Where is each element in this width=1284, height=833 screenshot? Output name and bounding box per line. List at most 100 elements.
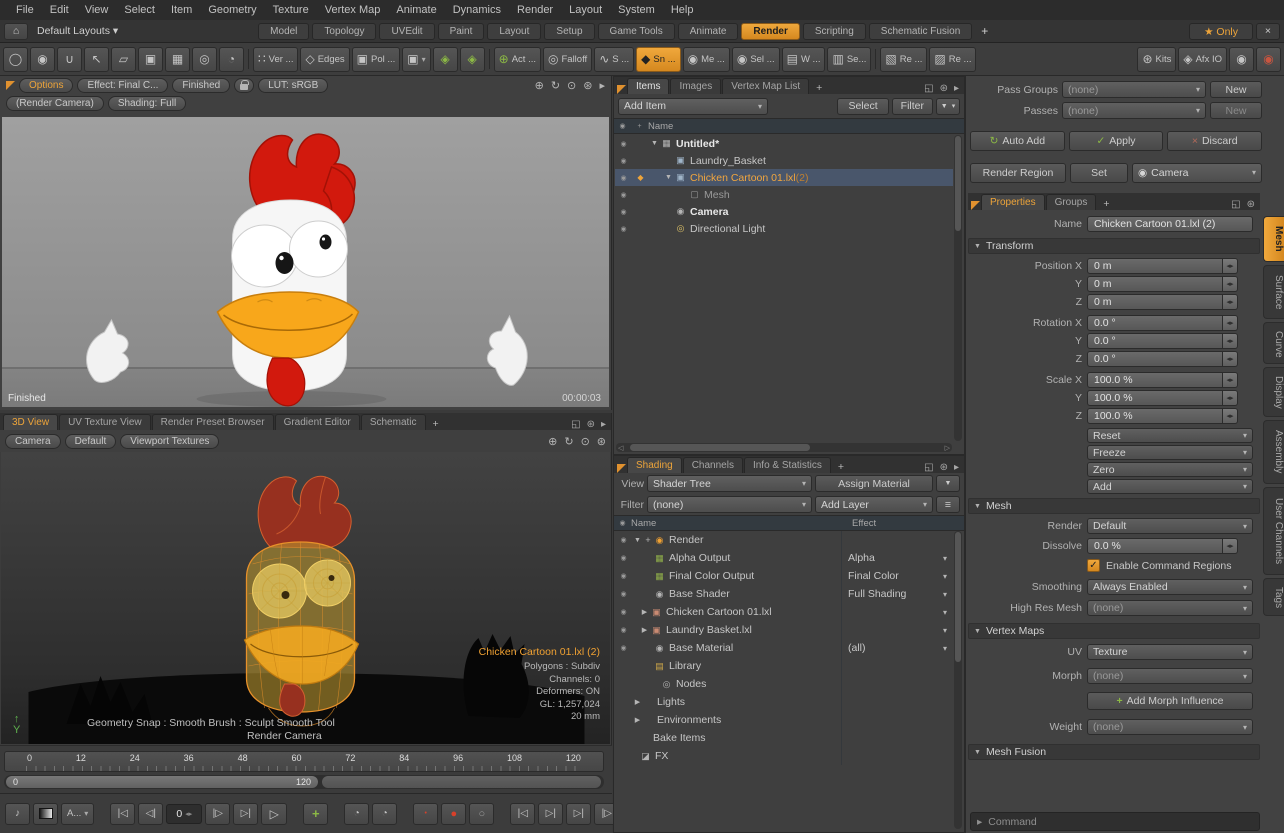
name-column-header[interactable]: Name [648, 121, 673, 132]
passes-dropdown[interactable]: (none)▾ [1062, 102, 1206, 119]
shader-view-dropdown[interactable]: Shader Tree▾ [647, 475, 812, 492]
selection-button[interactable]: ◉Sel ... [732, 47, 780, 72]
magnet-tool-icon[interactable]: ∪ [57, 47, 82, 72]
tab-groups[interactable]: Groups [1046, 194, 1097, 210]
tree-item-laundry-basket[interactable]: ◉ ▣ Laundry_Basket [615, 152, 953, 169]
high-res-mesh-dropdown[interactable]: (none)▾ [1087, 600, 1253, 616]
expand-panel-icon[interactable]: ◱ [924, 462, 933, 473]
layout-tab-setup[interactable]: Setup [544, 23, 594, 40]
layout-tab-model[interactable]: Model [258, 23, 309, 40]
shading-vertical-scrollbar[interactable] [954, 531, 962, 829]
panel-corner-widget[interactable] [971, 201, 980, 210]
lock-icon[interactable] [234, 78, 254, 93]
items-mode-dropdown[interactable]: ▣▾ [402, 47, 430, 72]
viewport-shading-selector[interactable]: Default [65, 434, 117, 449]
effect-column-header[interactable]: Effect [852, 518, 948, 529]
rotate-icon[interactable]: ↻ [564, 435, 573, 448]
vertices-mode-button[interactable]: ∷Ver ... [253, 47, 298, 72]
effect-dropdown-icon[interactable]: ▾ [937, 608, 953, 617]
menu-render[interactable]: Render [509, 0, 561, 20]
add-transform-button[interactable]: Add▾ [1087, 479, 1253, 494]
gear-icon[interactable]: ⊛ [940, 462, 948, 473]
tree-item-scene[interactable]: ◉ ▼ ▦ Untitled* [615, 135, 953, 152]
panel-menu-icon[interactable]: ▸ [954, 83, 959, 94]
plus-icon[interactable]: + [643, 535, 653, 545]
gear-icon[interactable]: ⊛ [1247, 199, 1255, 210]
item-name-field[interactable]: Chicken Cartoon 01.lxl (2) [1087, 216, 1253, 232]
transform-section-header[interactable]: ▼Transform [968, 238, 1260, 254]
menu-edit[interactable]: Edit [42, 0, 77, 20]
render-camera-button[interactable]: (Render Camera) [6, 96, 104, 111]
work-plane-button[interactable]: ▤W ... [782, 47, 826, 72]
menu-help[interactable]: Help [663, 0, 702, 20]
shader-filter-dropdown[interactable]: (none)▾ [647, 496, 812, 513]
shader-row-base-material[interactable]: ◉ ◉Base Material (all)▾ [615, 639, 953, 657]
item-select-icon[interactable]: ◈ [433, 47, 458, 72]
menu-vertex-map[interactable]: Vertex Map [317, 0, 389, 20]
layout-tab-game-tools[interactable]: Game Tools [598, 23, 675, 40]
add-morph-influence-button[interactable]: +Add Morph Influence [1087, 692, 1253, 710]
assign-material-button[interactable]: Assign Material [815, 475, 933, 492]
tab-shading[interactable]: Shading [627, 457, 682, 473]
effect-dropdown-icon[interactable]: ▾ [937, 590, 953, 599]
ellipse-tool-icon[interactable]: ◯ [3, 47, 28, 72]
tab-render-preset-browser[interactable]: Render Preset Browser [152, 414, 274, 430]
array-tool-icon[interactable]: ▦ [165, 47, 190, 72]
shader-row-nodes[interactable]: ◎Nodes [615, 675, 953, 693]
spinner-icon[interactable]: ◂▸ [1223, 408, 1238, 424]
tab-items[interactable]: Items [627, 78, 669, 94]
audio-icon[interactable]: ♪ [5, 803, 30, 825]
lut-button[interactable]: LUT: sRGB [258, 78, 328, 93]
set-button[interactable]: Set [1070, 163, 1128, 183]
eye-icon[interactable]: ◉ [615, 140, 632, 148]
chevron-right-icon[interactable]: ▶ [639, 608, 650, 616]
filter-funnel-icon[interactable]: ▼▾ [936, 98, 960, 115]
rotation-x-field[interactable]: 0.0 °◂▸ [1087, 315, 1238, 331]
freeze-button[interactable]: Freeze▾ [1087, 445, 1253, 460]
prev-keyframe-button[interactable]: |◁ [510, 803, 535, 825]
shader-row-base-shader[interactable]: ◉ ◉Base Shader Full Shading▾ [615, 585, 953, 603]
add-tab-button[interactable]: + [832, 461, 850, 473]
timeline-scrub-track[interactable]: 0 120 [4, 775, 604, 789]
add-tab-button[interactable]: + [810, 82, 828, 94]
side-tab-mesh[interactable]: Mesh [1263, 216, 1284, 262]
tab-uv-texture-view[interactable]: UV Texture View [59, 414, 151, 430]
viewport-camera-selector[interactable]: Camera [5, 434, 61, 449]
goto-start-button[interactable]: |◁ [110, 803, 135, 825]
menu-system[interactable]: System [610, 0, 663, 20]
expand-panel-icon[interactable]: ◱ [1231, 199, 1240, 210]
effect-dropdown-icon[interactable]: ▾ [937, 644, 953, 653]
apply-button[interactable]: ✓Apply [1069, 131, 1164, 151]
spinner-icon[interactable]: ◂▸ [1223, 372, 1238, 388]
morph-dropdown[interactable]: (none)▾ [1087, 668, 1253, 684]
items-vertical-scrollbar[interactable] [954, 135, 962, 441]
eye-icon[interactable]: ◉ [615, 572, 632, 580]
effect-dropdown-icon[interactable]: ▾ [937, 572, 953, 581]
spinner-icon[interactable]: ◂▸ [1223, 390, 1238, 406]
menu-file[interactable]: File [8, 0, 42, 20]
list-options-icon[interactable]: ≡ [936, 496, 960, 513]
only-button[interactable]: ★ Only [1189, 23, 1253, 40]
menu-view[interactable]: View [77, 0, 117, 20]
add-item-dropdown[interactable]: Add Item▾ [618, 98, 768, 115]
zero-button[interactable]: Zero▾ [1087, 462, 1253, 477]
panel-menu-icon[interactable]: ▸ [954, 462, 959, 473]
add-key-icon[interactable]: + [303, 803, 328, 825]
dissolve-field[interactable]: 0.0 %◂▸ [1087, 538, 1238, 554]
panel-corner-widget[interactable] [617, 85, 626, 94]
chevron-down-icon[interactable]: ▼ [649, 140, 660, 147]
pie-tool-icon[interactable]: ◔ [219, 47, 244, 72]
transform-tool-icon[interactable]: ▱ [111, 47, 136, 72]
new-pass-button[interactable]: New [1210, 102, 1262, 119]
rotation-z-field[interactable]: 0.0 °◂▸ [1087, 351, 1238, 367]
tree-item-chicken-cartoon[interactable]: ◉ ◆ ▼ ▣ Chicken Cartoon 01.lxl (2) [615, 169, 953, 186]
gear-icon[interactable]: ⊛ [583, 79, 592, 92]
smoothing-dropdown[interactable]: Always Enabled▾ [1087, 579, 1253, 595]
eye-icon[interactable]: ◉ [615, 590, 632, 598]
effect-dropdown-icon[interactable]: ▾ [937, 554, 953, 563]
uv-dropdown[interactable]: Texture▾ [1087, 644, 1253, 660]
menu-dynamics[interactable]: Dynamics [445, 0, 509, 20]
symmetry-button[interactable]: ∿S ... [594, 47, 634, 72]
close-icon[interactable]: × [1256, 23, 1280, 40]
render-finished-button[interactable]: Finished [172, 78, 230, 93]
